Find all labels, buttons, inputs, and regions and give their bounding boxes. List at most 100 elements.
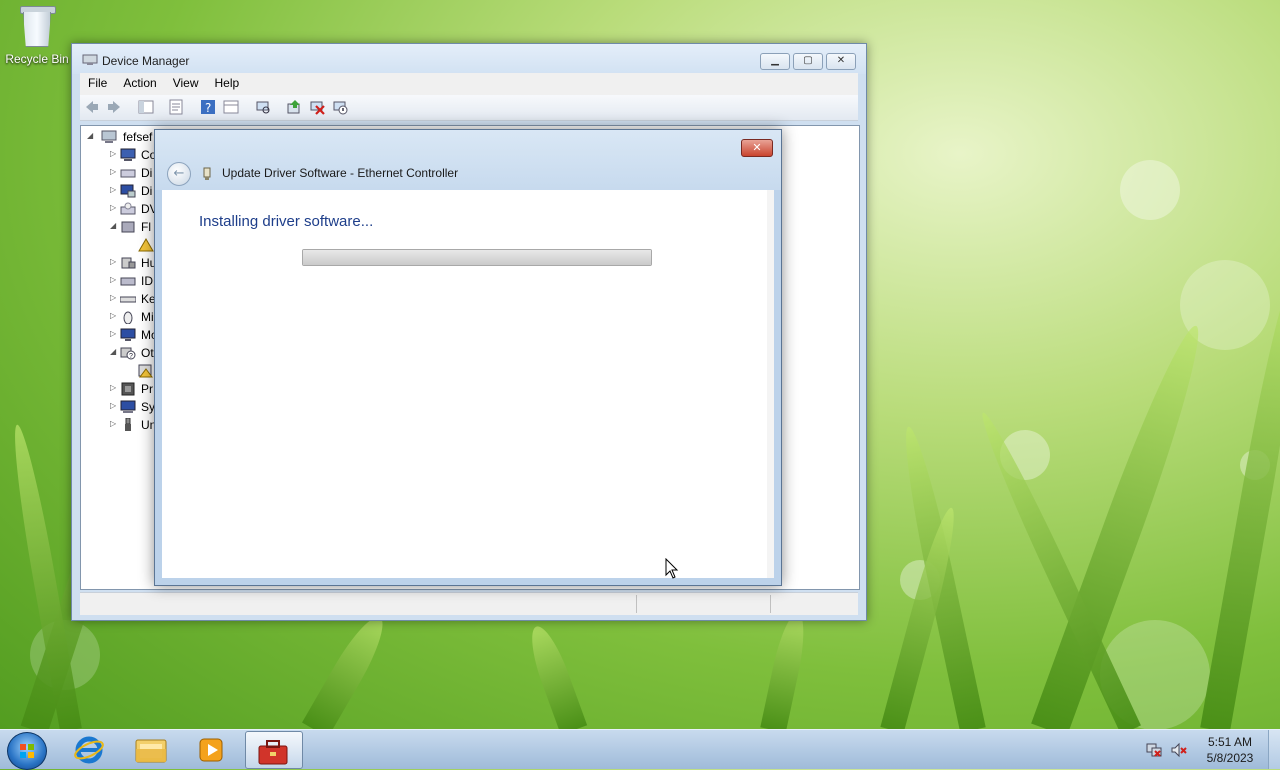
tree-item-label: Sy [141, 400, 156, 414]
scan-hardware-icon[interactable] [255, 99, 271, 115]
display-adapter-icon [120, 184, 136, 198]
maximize-icon: ▢ [803, 55, 813, 66]
expand-arrow-icon: ▷ [110, 329, 117, 338]
tree-item-label: Fl [141, 220, 151, 234]
clock-date: 5/8/2023 [1206, 751, 1254, 765]
expand-arrow-icon: ▷ [110, 275, 117, 284]
disk-drive-icon [120, 169, 136, 178]
tree-item-label: Pr [141, 382, 153, 396]
tree-item-label: Di [141, 166, 153, 180]
close-icon: ✕ [752, 141, 762, 154]
dialog-title: Update Driver Software - Ethernet Contro… [222, 166, 459, 180]
device-manager-icon [82, 54, 98, 65]
dialog-close-button[interactable]: ✕ [741, 139, 773, 157]
windows-logo-icon [20, 744, 34, 758]
keyboard-icon [120, 296, 136, 303]
menu-view[interactable]: View [165, 73, 207, 90]
svg-text:?: ? [129, 353, 133, 360]
menu-action[interactable]: Action [115, 73, 164, 90]
processor-icon [121, 382, 135, 396]
menu-file[interactable]: File [80, 73, 115, 90]
system-clock[interactable]: 5:51 AM 5/8/2023 [1195, 734, 1265, 766]
mouse-cursor-icon [665, 558, 679, 579]
collapse-arrow-icon: ◢ [87, 131, 94, 140]
recycle-bin-label: Recycle Bin [5, 52, 69, 66]
toolbar: ? [80, 95, 858, 121]
update-driver-icon[interactable] [286, 99, 302, 115]
minimize-icon: ▁ [771, 55, 779, 66]
clock-time: 5:51 AM [1207, 735, 1253, 749]
collapse-arrow-icon: ◢ [110, 347, 117, 356]
tree-item-label: Mi [141, 310, 154, 324]
unknown-device-icon [138, 364, 153, 378]
computer-icon [120, 148, 136, 161]
expand-arrow-icon: ▷ [110, 185, 117, 194]
expand-arrow-icon: ▷ [110, 149, 117, 158]
network-icon[interactable] [1146, 742, 1162, 758]
tree-item-label: ID [141, 274, 153, 288]
windows-explorer-icon [135, 739, 167, 763]
taskbar-device-manager[interactable] [245, 731, 303, 769]
status-heading: Installing driver software... [199, 213, 374, 230]
taskbar-media-player[interactable] [184, 731, 240, 767]
device-manager-titlebar[interactable]: Device Manager ▁ ▢ ✕ [72, 44, 866, 74]
content-scroll-edge [767, 190, 774, 578]
show-desktop-button[interactable] [1268, 730, 1280, 769]
expand-arrow-icon: ▷ [110, 401, 117, 410]
dialog-titlebar[interactable]: ✕ ← Update Driver Software - Ethernet Co… [155, 130, 781, 190]
expand-arrow-icon: ▷ [110, 293, 117, 302]
expand-arrow-icon: ▷ [110, 203, 117, 212]
floppy-controller-icon [121, 221, 135, 233]
svg-text:?: ? [205, 101, 211, 115]
taskbar: 5:51 AM 5/8/2023 [0, 729, 1280, 770]
expand-arrow-icon: ▷ [110, 167, 117, 176]
tree-root-label: fefsef [123, 130, 153, 144]
network-adapter-icon [203, 167, 211, 180]
expand-arrow-icon: ▷ [110, 311, 117, 320]
tree-item-label: Ot [141, 346, 154, 360]
uninstall-icon[interactable] [309, 99, 325, 115]
media-player-icon [199, 738, 223, 762]
system-devices-icon [120, 400, 136, 413]
usb-icon [125, 418, 131, 431]
other-devices-icon: ? [120, 347, 136, 360]
mouse-icon [123, 311, 133, 324]
taskbar-internet-explorer[interactable] [62, 731, 118, 767]
properties-icon[interactable] [168, 99, 184, 115]
update-driver-dialog: ✕ ← Update Driver Software - Ethernet Co… [154, 129, 782, 586]
progress-fill [303, 250, 651, 265]
hid-icon [121, 257, 136, 269]
disable-icon[interactable] [332, 99, 348, 115]
minimize-button[interactable]: ▁ [760, 53, 790, 70]
menu-help[interactable]: Help [207, 73, 248, 90]
status-bar [80, 592, 858, 615]
recycle-bin-shortcut[interactable]: Recycle Bin [4, 6, 70, 66]
help-icon[interactable]: ? [200, 99, 216, 115]
recycle-bin-icon [20, 6, 56, 48]
volume-muted-icon[interactable] [1171, 742, 1187, 758]
install-progress-bar [302, 249, 652, 266]
forward-icon[interactable] [106, 99, 122, 115]
back-arrow-icon: ← [173, 166, 185, 181]
close-button[interactable]: ✕ [826, 53, 856, 70]
window-title: Device Manager [102, 54, 190, 68]
dialog-content: Installing driver software... [162, 190, 774, 578]
monitor-icon [120, 328, 136, 341]
start-button[interactable] [7, 732, 47, 770]
menu-bar: File Action View Help [80, 73, 858, 95]
taskbar-windows-explorer[interactable] [124, 731, 180, 767]
internet-explorer-icon [74, 736, 104, 764]
collapse-arrow-icon: ◢ [110, 221, 117, 230]
device-manager-taskbar-icon [258, 740, 288, 765]
dvd-drive-icon [120, 202, 136, 215]
expand-arrow-icon: ▷ [110, 383, 117, 392]
maximize-button[interactable]: ▢ [793, 53, 823, 70]
tree-item-label: Di [141, 184, 153, 198]
show-hide-tree-icon[interactable] [138, 99, 154, 115]
warning-device-icon [138, 238, 154, 252]
back-icon[interactable] [84, 99, 100, 115]
expand-arrow-icon: ▷ [110, 257, 117, 266]
back-button[interactable]: ← [167, 162, 191, 186]
ide-controller-icon [120, 277, 136, 286]
view-icon[interactable] [223, 99, 239, 115]
